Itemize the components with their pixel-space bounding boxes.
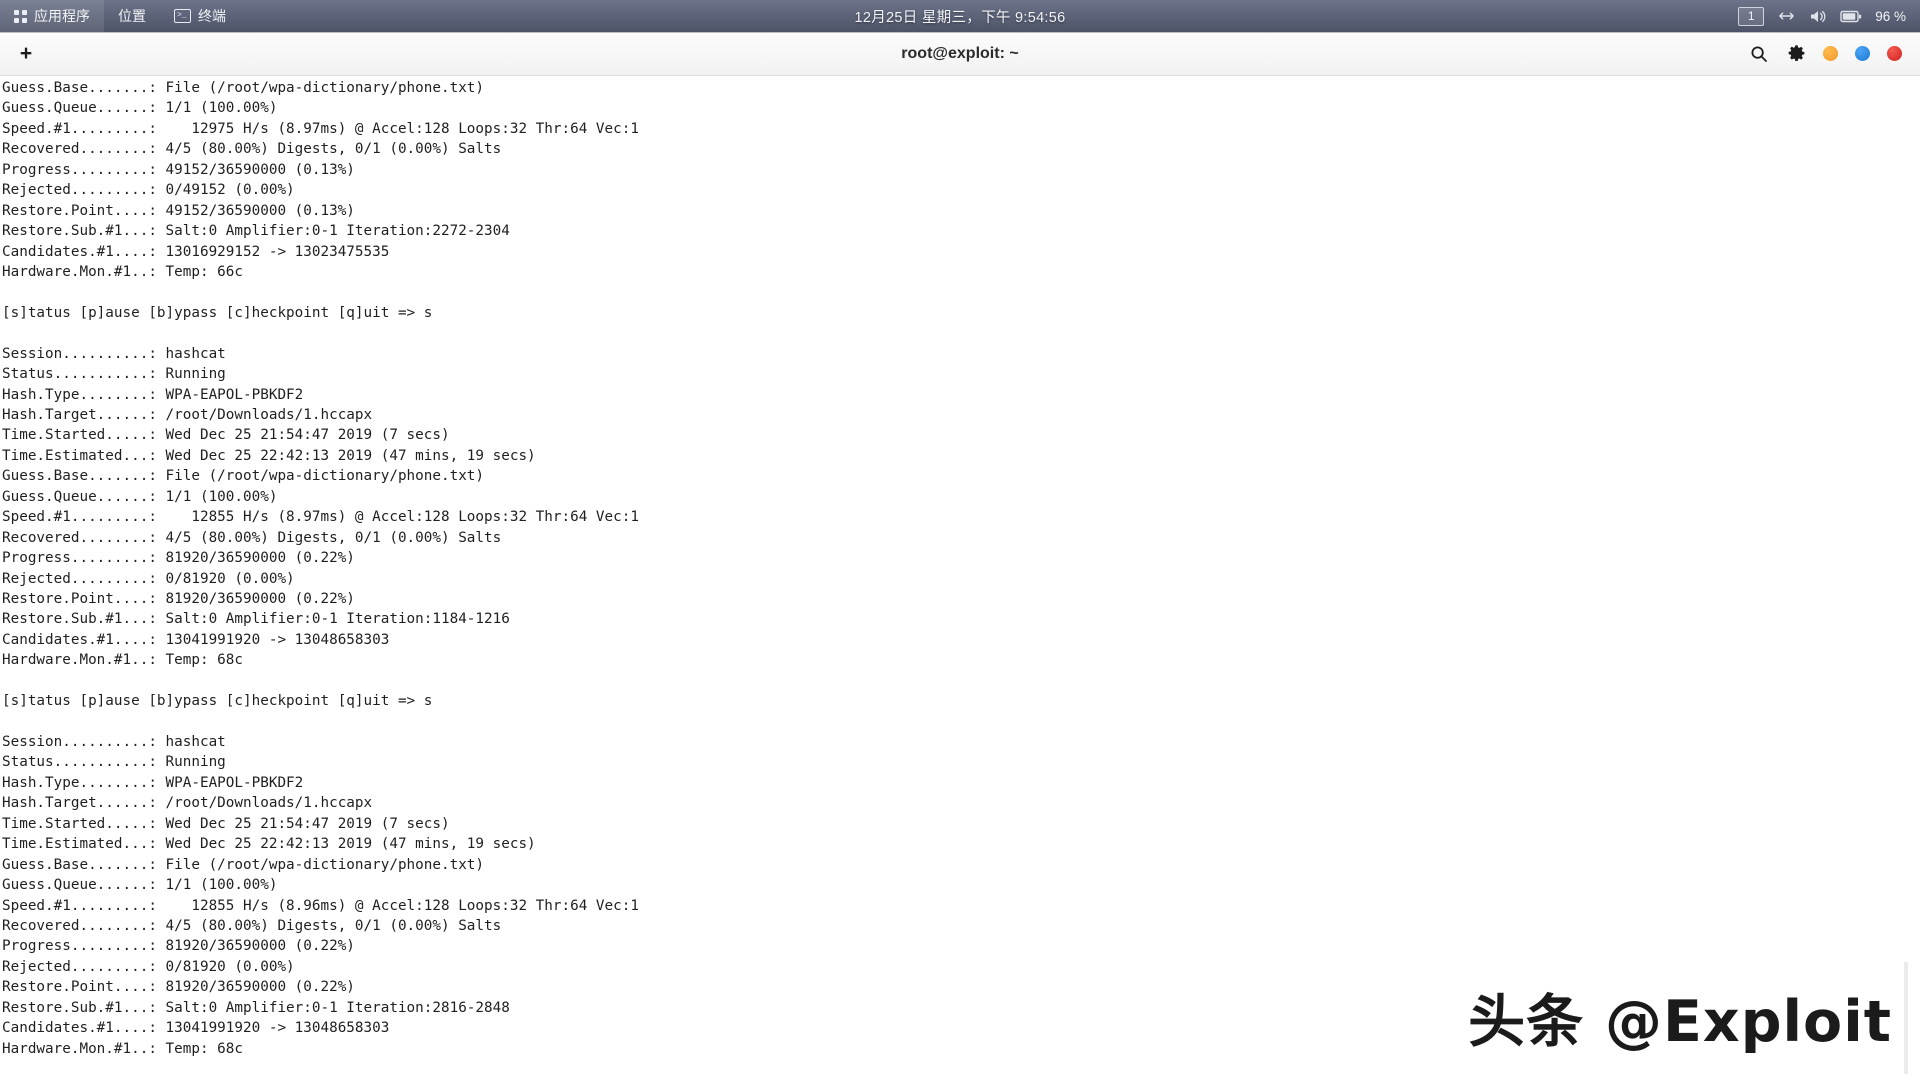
terminal-line: Recovered........: 4/5 (80.00%) Digests,… — [2, 917, 502, 934]
terminal-line: Candidates.#1....: 13041991920 -> 130486… — [2, 631, 390, 648]
terminal-line: Session..........: hashcat — [2, 345, 226, 362]
terminal-line: [s]tatus [p]ause [b]ypass [c]heckpoint [… — [2, 693, 433, 710]
terminal-line: Hash.Type........: WPA-EAPOL-PBKDF2 — [2, 774, 304, 791]
terminal-window-button[interactable]: >_ 终端 — [160, 0, 240, 32]
terminal-line: Rejected.........: 0/81920 (0.00%) — [2, 570, 295, 587]
terminal-line: Rejected.........: 0/81920 (0.00%) — [2, 958, 295, 975]
terminal-line: Restore.Sub.#1...: Salt:0 Amplifier:0-1 … — [2, 611, 510, 628]
battery-percentage: 96 % — [1875, 8, 1906, 24]
terminal-line: Guess.Base.......: File (/root/wpa-dicti… — [2, 468, 485, 485]
terminal-line: Progress.........: 49152/36590000 (0.13%… — [2, 161, 355, 178]
terminal-line: Session..........: hashcat — [2, 734, 226, 750]
terminal-line: [s]tatus [p]ause [b]ypass [c]heckpoint [… — [2, 304, 433, 321]
terminal-line: Guess.Queue......: 1/1 (100.00%) — [2, 877, 278, 894]
terminal-line: Status...........: Running — [2, 754, 226, 771]
terminal-line: Recovered........: 4/5 (80.00%) Digests,… — [2, 141, 502, 158]
workspace-indicator[interactable]: 1 — [1738, 6, 1765, 26]
terminal-line: Progress.........: 81920/36590000 (0.22%… — [2, 938, 355, 955]
maximize-button[interactable] — [1855, 46, 1870, 61]
terminal-line: Time.Estimated...: Wed Dec 25 22:42:13 2… — [2, 836, 536, 853]
watermark: 头条 @Exploit — [1468, 989, 1892, 1055]
apps-grid-icon — [14, 9, 27, 23]
terminal-icon: >_ — [174, 9, 191, 23]
terminal-line: Hash.Type........: WPA-EAPOL-PBKDF2 — [2, 386, 304, 403]
terminal-line: Hardware.Mon.#1..: Temp: 68c — [2, 652, 244, 669]
panel-left-group: 应用程序 位置 >_ 终端 — [0, 0, 240, 32]
terminal-line: Restore.Point....: 81920/36590000 (0.22%… — [2, 590, 355, 607]
clock[interactable]: 12月25日 星期三，下午 9:54:56 — [855, 6, 1066, 27]
terminal-titlebar: + root@exploit: ~ — [0, 32, 1920, 76]
volume-icon[interactable] — [1809, 9, 1827, 24]
terminal-line: Time.Estimated...: Wed Dec 25 22:42:13 2… — [2, 447, 536, 464]
battery-icon[interactable] — [1840, 10, 1862, 23]
watermark-bar — [1904, 962, 1908, 1074]
terminal-line: Speed.#1.........: 12855 H/s (8.96ms) @ … — [2, 897, 639, 914]
terminal-line: Time.Started.....: Wed Dec 25 21:54:47 2… — [2, 427, 450, 444]
terminal-line: Guess.Base.......: File (/root/wpa-dicti… — [2, 856, 485, 873]
places-menu[interactable]: 位置 — [104, 0, 160, 32]
terminal-line: Hash.Target......: /root/Downloads/1.hcc… — [2, 407, 373, 423]
terminal-window-label: 终端 — [198, 8, 226, 24]
network-icon[interactable] — [1777, 9, 1796, 23]
terminal-window: + root@exploit: ~ Guess.Base.......: Fil… — [0, 32, 1920, 1080]
titlebar-controls — [1749, 44, 1920, 64]
terminal-line: Status...........: Running — [2, 366, 226, 383]
places-menu-label: 位置 — [118, 8, 146, 24]
terminal-line: Guess.Base.......: File (/root/wpa-dicti… — [2, 80, 485, 96]
panel-status-area: 1 96 % — [1738, 0, 1920, 32]
terminal-output[interactable]: Guess.Base.......: File (/root/wpa-dicti… — [0, 76, 1920, 1080]
terminal-line: Restore.Point....: 49152/36590000 (0.13%… — [2, 202, 355, 219]
terminal-line: Speed.#1.........: 12855 H/s (8.97ms) @ … — [2, 509, 639, 526]
terminal-line: Speed.#1.........: 12975 H/s (8.97ms) @ … — [2, 120, 639, 137]
terminal-line: Candidates.#1....: 13016929152 -> 130234… — [2, 243, 390, 260]
close-button[interactable] — [1887, 46, 1902, 61]
terminal-line: Hash.Target......: /root/Downloads/1.hcc… — [2, 795, 373, 812]
terminal-line: Time.Started.....: Wed Dec 25 21:54:47 2… — [2, 815, 450, 832]
minimize-button[interactable] — [1823, 46, 1838, 61]
terminal-line: Hardware.Mon.#1..: Temp: 66c — [2, 263, 244, 280]
applications-menu[interactable]: 应用程序 — [0, 0, 104, 32]
terminal-line: Restore.Sub.#1...: Salt:0 Amplifier:0-1 … — [2, 223, 510, 240]
new-tab-button[interactable]: + — [9, 40, 43, 68]
window-title: root@exploit: ~ — [901, 44, 1019, 62]
terminal-line: Progress.........: 81920/36590000 (0.22%… — [2, 550, 355, 567]
applications-menu-label: 应用程序 — [34, 8, 90, 24]
terminal-line: Rejected.........: 0/49152 (0.00%) — [2, 182, 295, 199]
gear-icon[interactable] — [1786, 44, 1806, 64]
terminal-line: Recovered........: 4/5 (80.00%) Digests,… — [2, 529, 502, 546]
search-icon[interactable] — [1749, 44, 1769, 64]
terminal-line: Guess.Queue......: 1/1 (100.00%) — [2, 100, 278, 117]
gnome-top-panel: 应用程序 位置 >_ 终端 12月25日 星期三，下午 9:54:56 1 96… — [0, 0, 1920, 32]
terminal-line: Guess.Queue......: 1/1 (100.00%) — [2, 488, 278, 505]
